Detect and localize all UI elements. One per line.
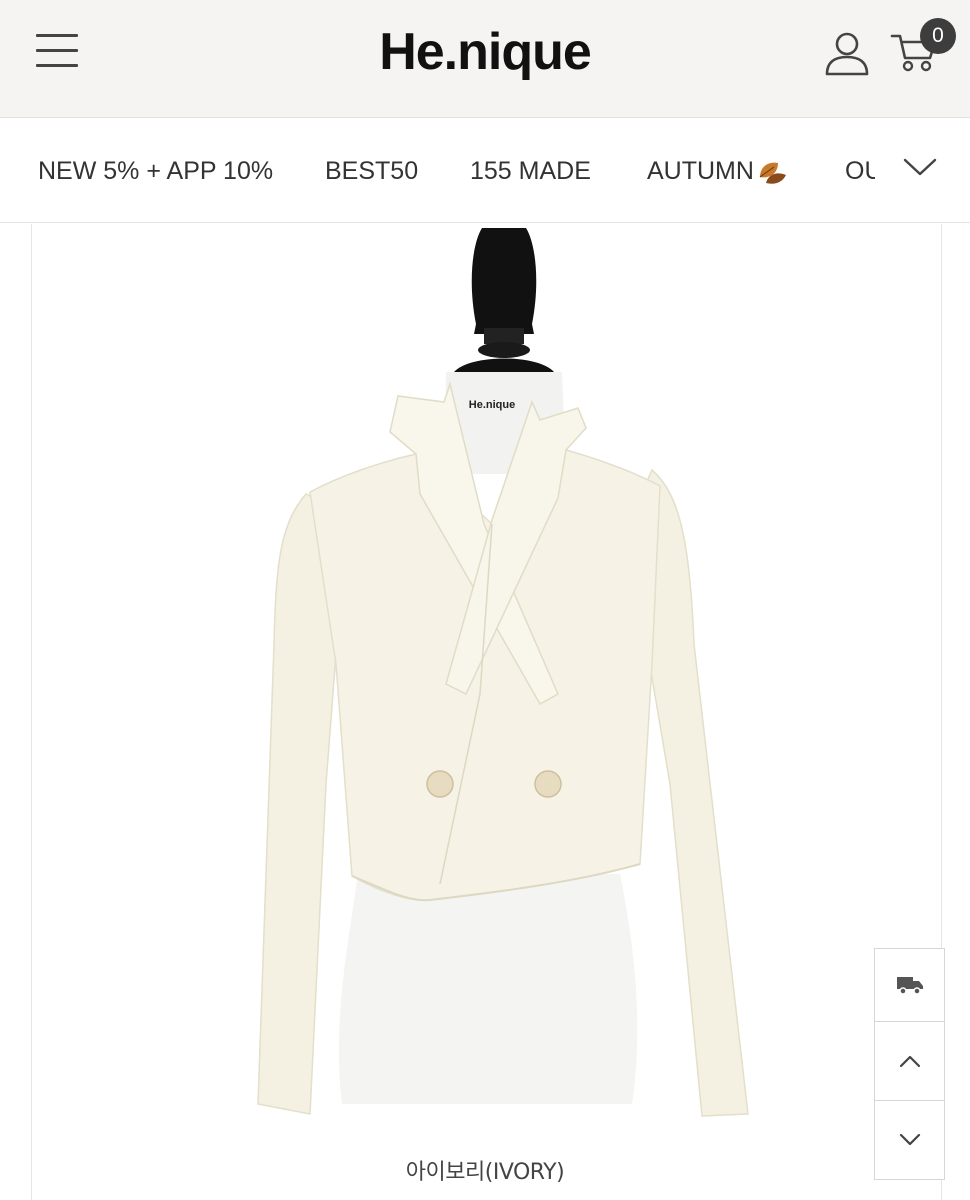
- nav-item-autumn[interactable]: AUTUMN: [647, 155, 788, 187]
- category-nav: NEW 5% + APP 10% BEST50 155 MADE AUTUMN …: [0, 119, 970, 223]
- truck-icon: [896, 977, 923, 995]
- chevron-down-icon[interactable]: [902, 156, 938, 178]
- delivery-button[interactable]: [874, 948, 945, 1022]
- chevron-up-icon: [899, 1055, 920, 1068]
- product-image[interactable]: He.nique: [240, 224, 770, 1144]
- site-header: He.nique 0: [0, 0, 970, 118]
- nav-item-outer[interactable]: OU: [845, 155, 875, 187]
- user-icon[interactable]: [824, 30, 870, 76]
- cart-count-badge: 0: [920, 18, 956, 54]
- chevron-down-icon: [899, 1133, 920, 1146]
- nav-item-best50[interactable]: BEST50: [325, 155, 418, 187]
- nav-item-autumn-label: AUTUMN: [647, 157, 754, 185]
- leaf-icon: [759, 163, 786, 185]
- nav-item-new[interactable]: NEW 5% + APP 10%: [38, 155, 273, 187]
- scroll-bottom-button[interactable]: [874, 1100, 945, 1180]
- scroll-top-button[interactable]: [874, 1021, 945, 1101]
- mannequin-tag: He.nique: [469, 399, 515, 411]
- nav-item-155-made[interactable]: 155 MADE: [470, 155, 591, 187]
- color-caption: 아이보리(IVORY): [405, 1160, 565, 1185]
